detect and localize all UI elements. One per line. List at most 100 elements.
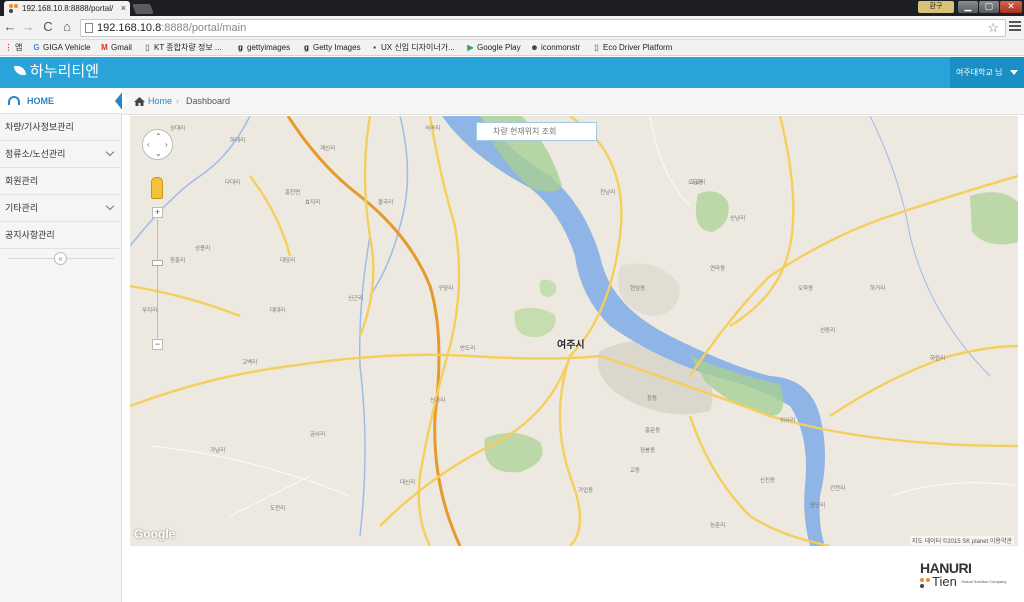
collapse-sidebar-icon[interactable]: « <box>54 252 67 265</box>
getty-icon: g <box>304 43 309 52</box>
map-place-label: 산남리 <box>730 216 746 222</box>
dashboard-gauge-icon <box>8 96 20 105</box>
app-logo[interactable]: 하누리티엔 <box>14 63 99 81</box>
bookmark-label: Google Play <box>477 43 521 52</box>
bookmark-label: Gmail <box>111 43 132 52</box>
getty-icon: g <box>238 43 243 52</box>
pan-up-icon[interactable]: ⌃ <box>155 133 162 141</box>
breadcrumb-home-link[interactable]: Home <box>148 88 172 115</box>
forward-arrow-icon[interactable]: → <box>20 19 36 35</box>
map-place-label: 오학동 <box>798 286 814 292</box>
user-name: 여주대학교 님 <box>956 68 1003 77</box>
browser-tab[interactable]: 192.168.10.8:8888/portal/ × <box>4 1 130 16</box>
leaf-icon <box>14 66 26 75</box>
sidebar-item-label: 기타관리 <box>5 203 39 213</box>
map-place-label: 신근리 <box>348 296 364 302</box>
sidebar-item-members[interactable]: 회원관리 <box>0 168 122 195</box>
minimize-button[interactable]: ▁ <box>958 1 978 13</box>
pan-right-icon[interactable]: › <box>165 141 168 149</box>
address-bar[interactable]: 192.168.10.8:8888/portal/main ☆ <box>80 19 1006 37</box>
breadcrumb-current: Dashboard <box>186 96 231 106</box>
reload-icon[interactable]: C <box>40 19 56 35</box>
google-logo: Google <box>134 527 176 541</box>
map-place-label: 건천리 <box>830 486 846 492</box>
play-icon: ▶ <box>467 43 474 52</box>
back-arrow-icon[interactable]: ← <box>2 19 18 35</box>
vehicle-location-search-input[interactable] <box>476 122 597 141</box>
sidebar-item-label: 차량/기사정보관리 <box>5 122 74 132</box>
map-place-label: 대당리 <box>280 258 296 264</box>
map-place-label: 흥천면 <box>285 190 301 196</box>
map-pan-control[interactable]: ⌃ ⌄ ‹ › <box>142 129 173 160</box>
apps-icon: ⋮ <box>4 43 13 52</box>
pan-down-icon[interactable]: ⌄ <box>155 150 162 158</box>
map-place-label: 하거리 <box>870 286 886 292</box>
home-icon[interactable]: ⌂ <box>59 19 75 35</box>
browser-menu-icon[interactable] <box>1009 21 1021 33</box>
map-attribution[interactable]: 지도 데이터 ©2015 SK planet 이용약관 <box>909 536 1014 545</box>
bookmark-item[interactable]: ⋮ 앱 <box>4 40 23 55</box>
map-place-label: 대신리 <box>400 480 416 486</box>
sidebar-item-home[interactable]: HOME <box>0 88 123 114</box>
logo-tagline: Global Solution Company <box>961 579 1007 584</box>
map-place-label: 상대리 <box>170 126 186 132</box>
map-place-label: 신가리 <box>430 398 446 404</box>
bookmark-star-icon[interactable]: ☆ <box>987 20 999 36</box>
sidebar-collapse-row: « <box>0 250 122 266</box>
map-place-label: 교동 <box>630 468 641 474</box>
map-place-label: 구양리 <box>438 286 454 292</box>
bookmark-item[interactable]: ▪ UX 신입 디자이너가... <box>370 40 455 55</box>
map-tiles <box>130 116 1018 546</box>
map-place-label: 능촌리 <box>710 523 726 529</box>
sidebar-item-vehicle-driver[interactable]: 차량/기사정보관리 <box>0 114 122 141</box>
bookmark-item[interactable]: ▶ Google Play <box>466 40 521 55</box>
sidebar-item-stop-route[interactable]: 정류소/노선관리 <box>0 141 122 168</box>
bookmark-label: 앱 <box>15 43 23 52</box>
breadcrumb: Home › Dashboard <box>122 88 1024 115</box>
zoom-in-button[interactable]: + <box>152 207 163 218</box>
map-place-label: 금사리 <box>310 432 326 438</box>
map-place-label: 대대리 <box>270 308 286 314</box>
page-icon: ▯ <box>145 43 150 52</box>
user-menu-button[interactable]: 여주대학교 님 <box>950 57 1024 88</box>
new-tab-button[interactable] <box>132 4 154 14</box>
app-logo-text: 하누리티엔 <box>30 63 100 80</box>
tab-close-icon[interactable]: × <box>121 1 126 16</box>
bookmark-label: gettyimages <box>247 43 291 52</box>
bookmark-item[interactable]: ☻ iconmonstr <box>530 40 580 55</box>
url-path: :8888/portal/main <box>161 22 247 34</box>
maximize-button[interactable]: ▢ <box>979 1 999 13</box>
sidebar: HOME 차량/기사정보관리 정류소/노선관리 회원관리 기타관리 공지사항관리… <box>0 88 123 602</box>
sidebar-item-label: 회원관리 <box>5 176 39 186</box>
bookmark-item[interactable]: g gettyimages <box>236 40 290 55</box>
bookmark-item[interactable]: ▯ KT 종합차량 정보 ... <box>143 40 221 55</box>
map-place-label: 신진동 <box>760 478 776 484</box>
window-close-button[interactable]: ✕ <box>1000 1 1022 13</box>
map-city-label: 여주시 <box>557 340 585 351</box>
sidebar-item-label: HOME <box>27 96 54 106</box>
zoom-slider-track[interactable] <box>157 219 158 338</box>
bookmark-label: UX 신입 디자이너가... <box>381 43 455 52</box>
zoom-slider-thumb[interactable] <box>152 260 163 266</box>
bookmark-item[interactable]: G GIGA Vehicle <box>32 40 90 55</box>
sidebar-item-notices[interactable]: 공지사항관리 <box>0 222 122 249</box>
zoom-out-button[interactable]: − <box>152 339 163 350</box>
bookmark-item[interactable]: g Getty Images <box>302 40 361 55</box>
bookmark-label: iconmonstr <box>541 43 581 52</box>
pan-left-icon[interactable]: ‹ <box>147 141 150 149</box>
street-view-pegman-icon[interactable] <box>151 177 163 199</box>
map-place-label: 상용리 <box>195 246 211 252</box>
map-view[interactable]: 여주시 상대리 하대리 흥천면 다대리 계신리 효지리 울국리 대당리 상용리 대대리 무지리 장흥리… <box>130 116 1018 546</box>
sidebar-item-label: 정류소/노선관리 <box>5 149 66 159</box>
home-icon <box>134 97 145 106</box>
bookmark-label: Eco Driver Platform <box>603 43 673 52</box>
ux-icon: ▪ <box>373 43 376 52</box>
map-place-label: 점봉동 <box>640 448 656 454</box>
window-user-badge[interactable]: 환구 <box>918 1 954 13</box>
browser-tab-strip: 192.168.10.8:8888/portal/ × 환구 ▁ ▢ ✕ <box>0 0 1024 16</box>
map-place-label: 홍문동 <box>645 428 661 434</box>
sidebar-item-etc[interactable]: 기타관리 <box>0 195 122 222</box>
bookmark-item[interactable]: ▯ Eco Driver Platform <box>592 40 672 55</box>
bookmark-item[interactable]: M Gmail <box>100 40 132 55</box>
sidebar-item-label: 공지사항관리 <box>5 230 55 240</box>
